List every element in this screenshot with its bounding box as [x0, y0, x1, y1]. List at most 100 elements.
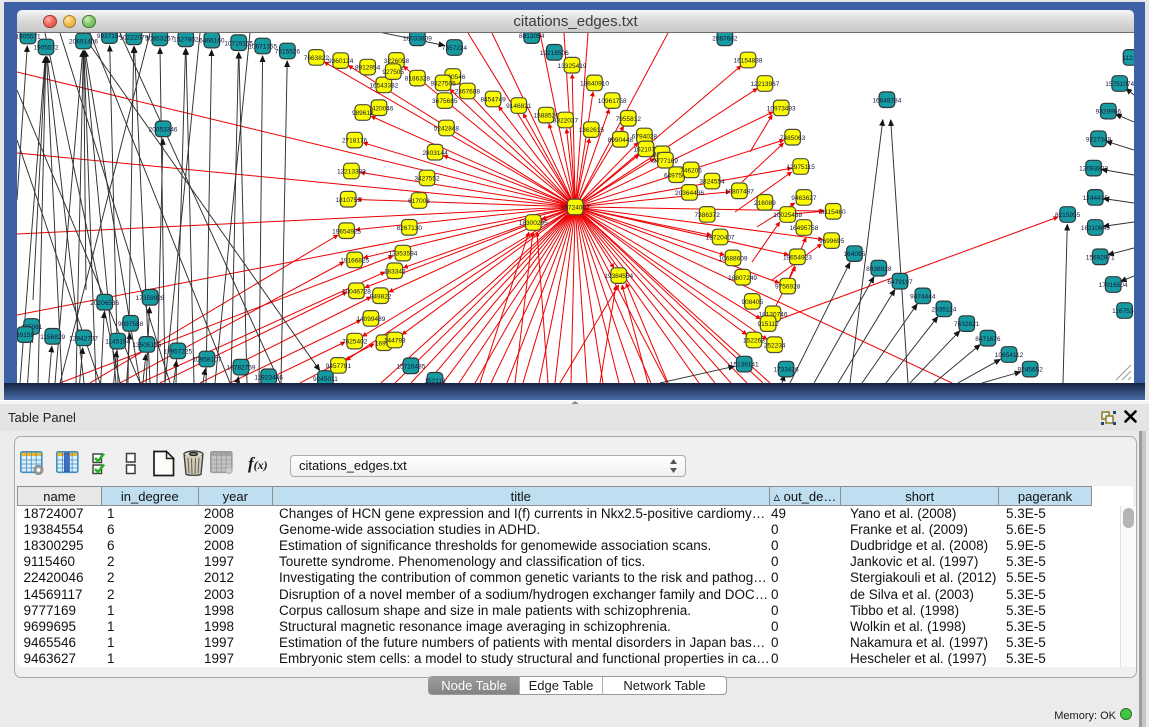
svg-text:20053346: 20053346 — [149, 126, 178, 133]
svg-text:15136141: 15136141 — [730, 362, 759, 369]
svg-text:2803144: 2803144 — [422, 150, 448, 157]
svg-text:144793: 144793 — [384, 338, 406, 345]
svg-text:9245011: 9245011 — [313, 376, 338, 383]
svg-text:8215955: 8215955 — [1055, 212, 1081, 219]
svg-text:915112: 915112 — [757, 321, 779, 328]
svg-text:39159: 39159 — [17, 332, 35, 339]
svg-text:12213383: 12213383 — [337, 169, 366, 176]
svg-text:6479197: 6479197 — [887, 279, 913, 286]
svg-text:10853267: 10853267 — [145, 36, 174, 43]
svg-text:16543382: 16543382 — [369, 83, 398, 90]
svg-text:11217: 11217 — [1122, 55, 1134, 62]
svg-text:12213967: 12213967 — [750, 81, 779, 88]
svg-text:17957225: 17957225 — [163, 349, 192, 356]
svg-text:14099489: 14099489 — [356, 316, 385, 323]
svg-text:9329966: 9329966 — [1096, 109, 1122, 116]
svg-text:15716485: 15716485 — [396, 363, 425, 370]
svg-text:1905571: 1905571 — [17, 34, 41, 41]
svg-text:18807249: 18807249 — [728, 275, 757, 282]
svg-text:20364436: 20364436 — [675, 190, 704, 197]
svg-text:16210643: 16210643 — [1081, 225, 1110, 232]
svg-text:3824554: 3824554 — [699, 179, 725, 186]
svg-text:19218506: 19218506 — [540, 50, 569, 57]
svg-text:16648784: 16648784 — [872, 97, 901, 104]
svg-text:10961758: 10961758 — [598, 98, 627, 105]
svg-text:8471676: 8471676 — [975, 336, 1001, 343]
svg-text:10958107: 10958107 — [192, 357, 221, 364]
svg-text:1733426: 1733426 — [773, 367, 799, 374]
svg-text:2367608: 2367608 — [455, 89, 481, 96]
svg-text:11923446: 11923446 — [254, 374, 283, 381]
svg-text:12975115: 12975115 — [786, 164, 815, 171]
svg-text:7357224: 7357224 — [442, 45, 468, 52]
svg-text:8322037: 8322037 — [553, 118, 579, 125]
svg-text:3427552: 3427552 — [414, 176, 440, 183]
svg-text:9777169: 9777169 — [653, 158, 679, 165]
svg-text:9115460: 9115460 — [821, 209, 846, 216]
svg-text:252234: 252234 — [764, 342, 786, 349]
svg-text:1145194: 1145194 — [105, 339, 130, 346]
svg-text:1362615: 1362615 — [579, 127, 605, 134]
svg-text:10654112: 10654112 — [995, 352, 1024, 359]
svg-text:7386372: 7386372 — [695, 212, 721, 219]
svg-text:19654925: 19654925 — [332, 228, 361, 235]
svg-text:5242848: 5242848 — [434, 126, 460, 133]
svg-text:19384554: 19384554 — [604, 273, 633, 280]
svg-text:8267130: 8267130 — [397, 225, 423, 232]
svg-text:16154838: 16154838 — [734, 58, 763, 65]
svg-text:617008: 617008 — [408, 198, 430, 205]
svg-text:1167534: 1167534 — [1112, 308, 1134, 315]
svg-text:1156829: 1156829 — [40, 334, 65, 341]
svg-text:908405: 908405 — [741, 299, 763, 306]
svg-text:8186328: 8186328 — [405, 76, 431, 83]
svg-text:20691406: 20691406 — [69, 39, 98, 46]
svg-text:2935114: 2935114 — [931, 307, 956, 314]
svg-text:3675685: 3675685 — [432, 98, 458, 105]
svg-text:1527602: 1527602 — [173, 36, 199, 43]
svg-text:10973493: 10973493 — [767, 106, 796, 113]
svg-text:989612: 989612 — [352, 110, 374, 117]
svg-text:18300295: 18300295 — [519, 220, 548, 227]
svg-text:9463627: 9463627 — [791, 195, 817, 202]
svg-text:746206: 746206 — [680, 168, 702, 175]
svg-text:9146821: 9146821 — [506, 103, 532, 110]
svg-text:8454749: 8454749 — [480, 97, 506, 104]
svg-text:9327505: 9327505 — [430, 81, 456, 88]
svg-text:12093822: 12093822 — [1079, 166, 1108, 173]
svg-text:1810755: 1810755 — [336, 197, 362, 204]
svg-text:12942737: 12942737 — [69, 336, 98, 343]
svg-text:10688609: 10688609 — [719, 256, 748, 263]
svg-text:949822: 949822 — [370, 293, 392, 300]
svg-text:7515526: 7515526 — [275, 49, 301, 56]
svg-text:10671355: 10671355 — [248, 44, 277, 51]
svg-text:9245652: 9245652 — [1018, 367, 1044, 374]
svg-text:9474444: 9474444 — [910, 294, 936, 301]
svg-text:7955812: 7955812 — [616, 116, 642, 123]
svg-text:2718176: 2718176 — [342, 138, 368, 145]
svg-text:152118: 152118 — [424, 378, 446, 383]
svg-text:8912954: 8912954 — [355, 65, 381, 72]
svg-text:19654923: 19654923 — [783, 254, 812, 261]
svg-text:183342: 183342 — [384, 268, 406, 275]
svg-text:2087682: 2087682 — [712, 35, 738, 42]
svg-text:216089: 216089 — [754, 200, 776, 207]
svg-text:10807487: 10807487 — [725, 188, 754, 195]
svg-text:9756928: 9756928 — [775, 284, 801, 291]
svg-text:7485063: 7485063 — [780, 135, 806, 142]
svg-text:15751074: 15751074 — [1105, 81, 1134, 88]
svg-text:9227349: 9227349 — [1086, 136, 1112, 143]
svg-text:15720407: 15720407 — [706, 235, 735, 242]
svg-text:7625402: 7625402 — [342, 339, 368, 346]
svg-text:152263: 152263 — [743, 338, 765, 345]
svg-text:10046728: 10046728 — [342, 288, 371, 295]
svg-text:10025438: 10025438 — [773, 212, 802, 219]
svg-text:164095: 164095 — [844, 251, 866, 258]
svg-text:17359928: 17359928 — [136, 295, 165, 302]
svg-text:8813054: 8813054 — [519, 33, 545, 40]
svg-text:16033809: 16033809 — [403, 35, 432, 42]
svg-text:9360124: 9360124 — [328, 58, 354, 65]
svg-text:19166825: 19166825 — [340, 258, 369, 265]
svg-text:13505155: 13505155 — [132, 342, 161, 349]
svg-text:8938928: 8938928 — [866, 266, 892, 273]
svg-text:16495758: 16495758 — [789, 225, 818, 232]
